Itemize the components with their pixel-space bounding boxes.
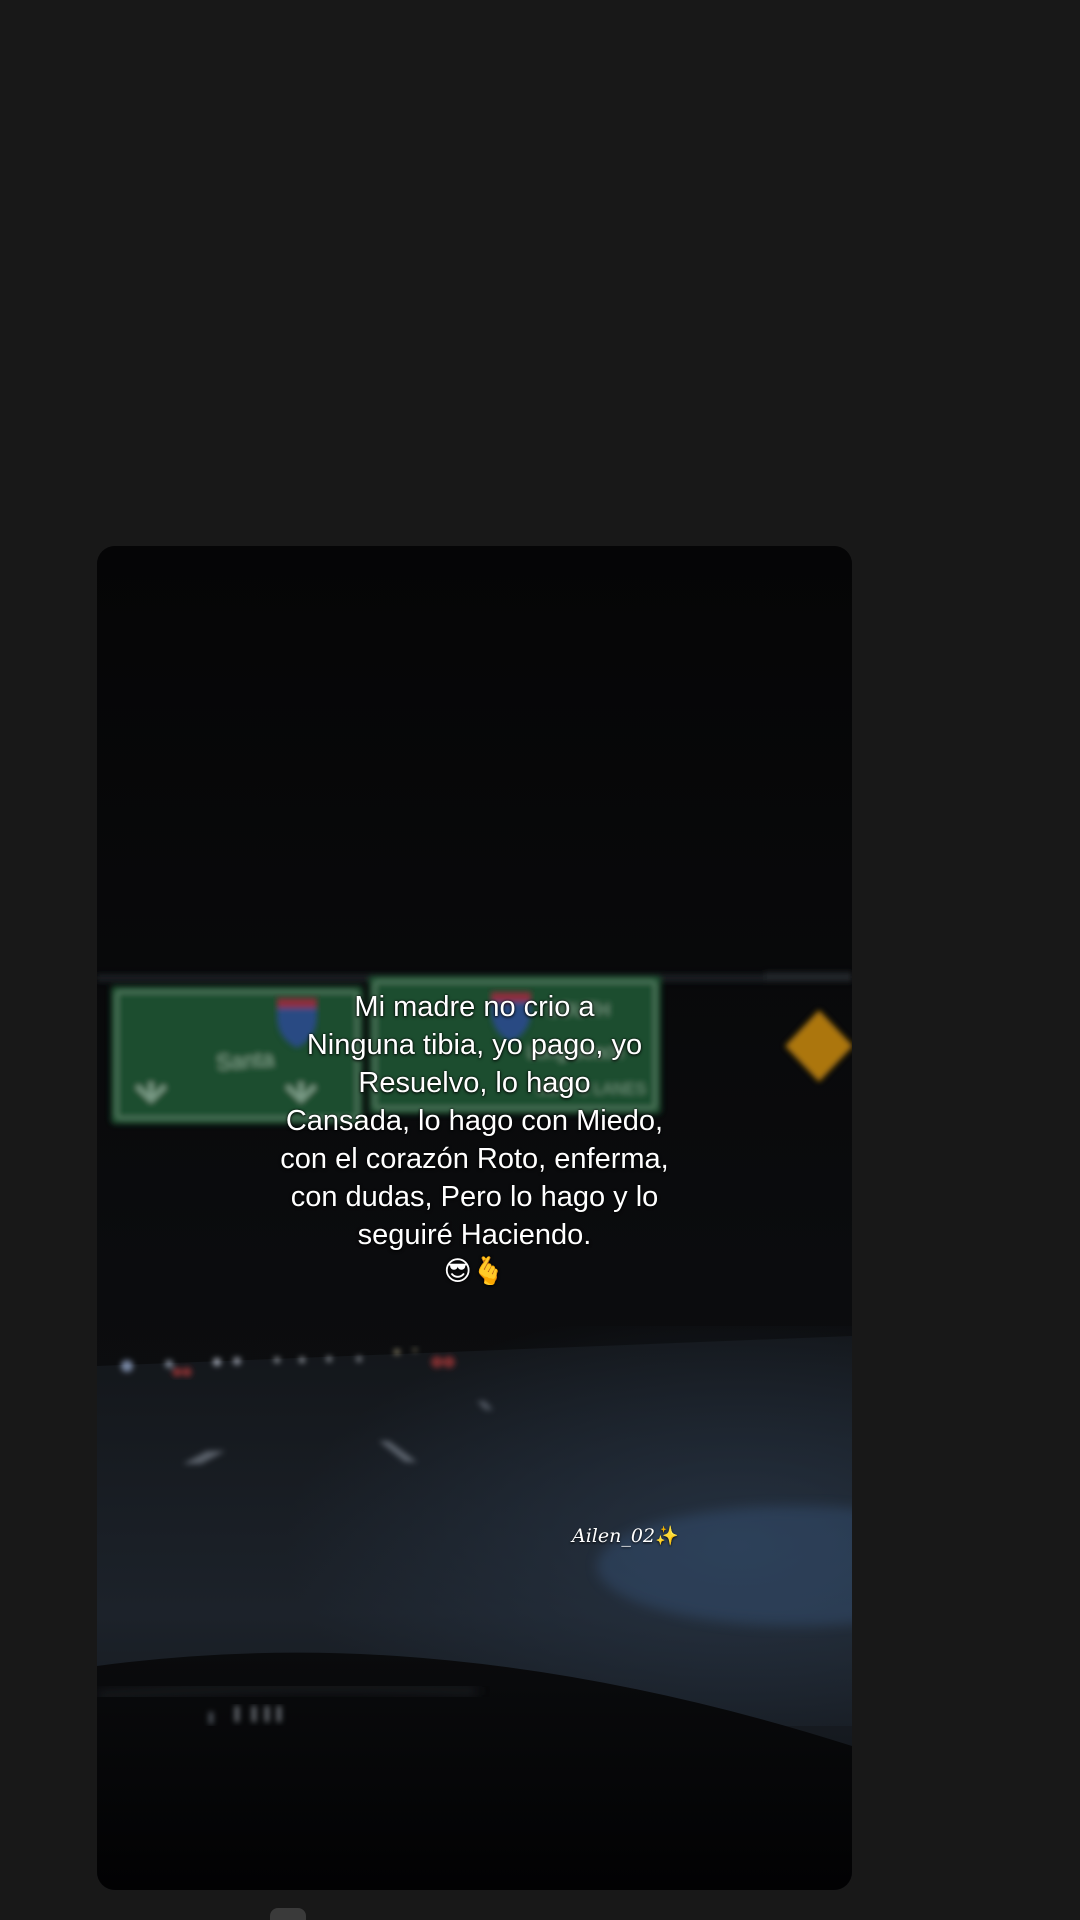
bottom-edge-element — [270, 1908, 306, 1920]
story-screen: Santa SOUTH Long Beach LEFT 2 LANES Mi m… — [0, 0, 1080, 1920]
caption-line: Ninguna tibia, yo pago, yo — [306, 1029, 643, 1061]
creator-watermark: Ailen_02✨ — [572, 1524, 679, 1547]
caption-line: seguiré Haciendo. — [357, 1219, 592, 1251]
post-caption: Mi madre no crio a Ninguna tibia, yo pag… — [97, 988, 852, 1290]
caption-line: Resuelvo, lo hago — [358, 1067, 591, 1099]
sparkles-icon: ✨ — [655, 1525, 679, 1547]
caption-emoji: 😎🫰 — [443, 1256, 506, 1287]
caption-line: con el corazón Roto, enferma, — [280, 1143, 669, 1175]
caption-line: con dudas, Pero lo hago y lo — [290, 1181, 659, 1213]
caption-line: Cansada, lo hago con Miedo, — [285, 1105, 664, 1137]
caption-line: Mi madre no crio a — [354, 991, 595, 1023]
video-post[interactable]: Santa SOUTH Long Beach LEFT 2 LANES Mi m… — [97, 546, 852, 1890]
watermark-text: Ailen_02 — [572, 1525, 656, 1547]
